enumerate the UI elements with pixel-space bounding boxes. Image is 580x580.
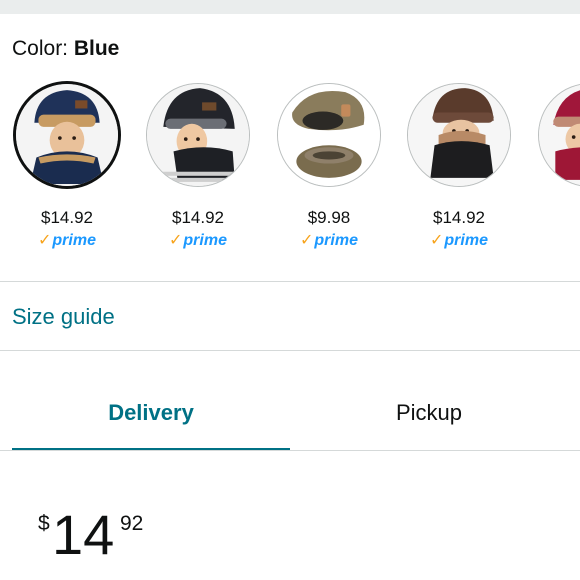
- swatch-price: $14.92: [41, 208, 93, 227]
- swatch-price: $14.92: [433, 208, 485, 227]
- price-whole: 14: [52, 503, 115, 566]
- color-swatch-carousel[interactable]: $14.92 ✓prime $14.92 ✓prime $9.98 ✓prime…: [0, 80, 580, 255]
- color-selection-label: Color: Blue: [12, 36, 119, 62]
- check-icon: ✓: [169, 232, 183, 249]
- hat-scarf-image: [278, 84, 380, 186]
- prime-badge: ✓prime: [169, 232, 227, 249]
- tab-delivery[interactable]: Delivery: [12, 398, 290, 428]
- size-guide-link[interactable]: Size guide: [12, 303, 115, 331]
- hat-scarf-image: [539, 85, 580, 185]
- check-icon: ✓: [430, 232, 444, 249]
- divider: [0, 281, 580, 282]
- price-fraction: 92: [120, 512, 144, 535]
- prime-badge: ✓prime: [38, 232, 96, 249]
- swatch-price: $9.98: [307, 208, 351, 227]
- swatch-image: [13, 81, 121, 189]
- swatch-price: $14.92: [172, 208, 224, 227]
- swatch-image: [277, 83, 381, 187]
- prime-badge: ✓prime: [300, 232, 358, 249]
- color-value: Blue: [73, 37, 120, 60]
- divider: [0, 350, 580, 351]
- swatch-image: [146, 83, 250, 187]
- swatch-image: [407, 83, 511, 187]
- top-strip: [0, 0, 580, 14]
- hat-scarf-image: [147, 84, 249, 186]
- hat-scarf-image: [16, 84, 118, 186]
- hat-scarf-image: [408, 84, 510, 186]
- prime-badge: ✓prime: [430, 232, 488, 249]
- swatch-image: [538, 83, 580, 187]
- price-currency: $: [38, 512, 50, 535]
- check-icon: ✓: [300, 232, 314, 249]
- tab-pickup[interactable]: Pickup: [290, 398, 568, 428]
- tabs-divider: [0, 450, 580, 451]
- prime-badge: ✓p: [535, 231, 580, 251]
- swatch-price: $1: [535, 208, 580, 228]
- color-label: Color:: [12, 37, 74, 60]
- check-icon: ✓: [38, 232, 52, 249]
